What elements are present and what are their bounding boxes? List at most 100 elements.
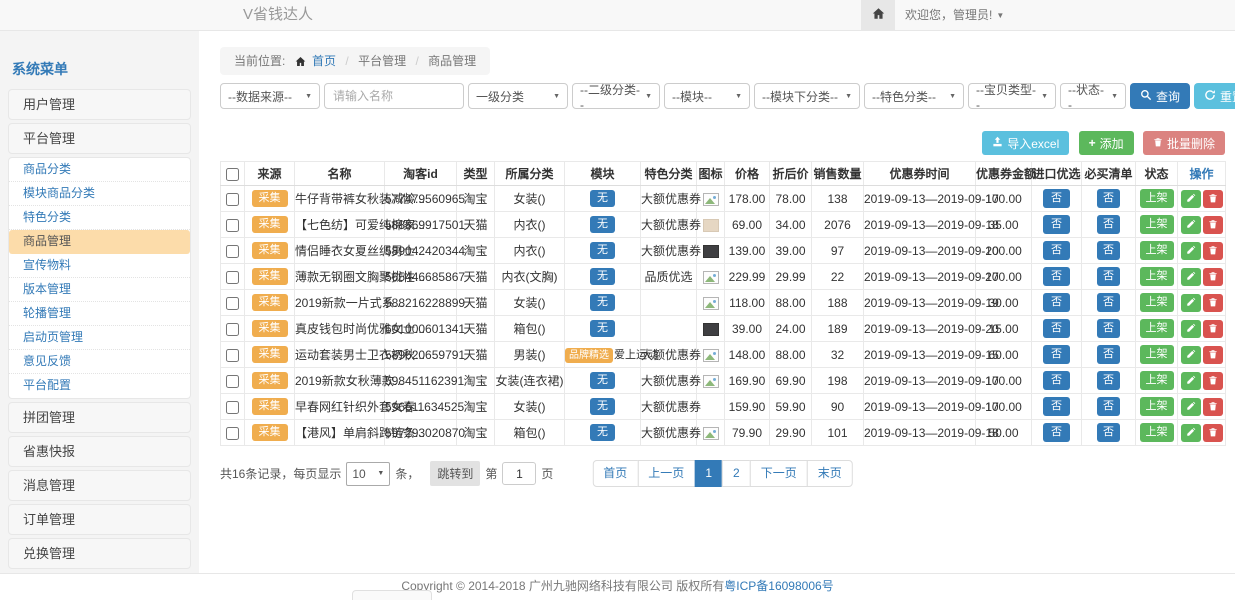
row-checkbox[interactable] [226, 375, 239, 388]
row-checkbox[interactable] [226, 193, 239, 206]
edit-button[interactable] [1181, 216, 1201, 234]
edit-button[interactable] [1181, 424, 1201, 442]
row-checkbox[interactable] [226, 323, 239, 336]
data-source-select[interactable]: --数据来源-- ▼ [220, 83, 320, 109]
sidebar-subitem[interactable]: 意见反馈 [9, 350, 190, 374]
must-buy-toggle[interactable]: 否 [1097, 319, 1120, 337]
nav-home-button[interactable] [861, 0, 895, 30]
delete-button[interactable] [1203, 216, 1223, 234]
icp-link[interactable]: 粤ICP备16098006号 [724, 579, 833, 593]
delete-button[interactable] [1203, 372, 1223, 390]
edit-button[interactable] [1181, 242, 1201, 260]
import-select-toggle[interactable]: 否 [1043, 345, 1070, 363]
import-select-toggle[interactable]: 否 [1043, 319, 1070, 337]
sidebar-subitem[interactable]: 平台配置 [9, 374, 190, 398]
must-buy-toggle[interactable]: 否 [1097, 397, 1120, 415]
name-search-input[interactable] [324, 83, 464, 109]
sidebar-subitem[interactable]: 商品管理 [9, 230, 190, 254]
status-button[interactable]: 上架 [1140, 397, 1174, 415]
import-select-toggle[interactable]: 否 [1043, 397, 1070, 415]
import-select-toggle[interactable]: 否 [1043, 189, 1070, 207]
sidebar-subitem[interactable]: 模块商品分类 [9, 182, 190, 206]
import-select-toggle[interactable]: 否 [1043, 215, 1070, 233]
sidebar-subitem[interactable]: 商品分类 [9, 158, 190, 182]
sidebar-subitem[interactable]: 轮播管理 [9, 302, 190, 326]
status-button[interactable]: 上架 [1140, 189, 1174, 207]
import-select-toggle[interactable]: 否 [1043, 267, 1070, 285]
delete-button[interactable] [1203, 346, 1223, 364]
edit-button[interactable] [1181, 346, 1201, 364]
row-checkbox[interactable] [226, 245, 239, 258]
edit-button[interactable] [1181, 294, 1201, 312]
status-button[interactable]: 上架 [1140, 371, 1174, 389]
edit-button[interactable] [1181, 190, 1201, 208]
sidebar-group-users[interactable]: 用户管理 [8, 89, 191, 120]
page-number-input[interactable] [502, 462, 536, 485]
status-button[interactable]: 上架 [1140, 241, 1174, 259]
page-button[interactable]: 末页 [807, 460, 853, 487]
user-menu[interactable]: 欢迎您，管理员!▼ [905, 0, 1004, 31]
delete-button[interactable] [1203, 398, 1223, 416]
breadcrumb-home-link[interactable]: 首页 [312, 54, 336, 68]
page-button[interactable]: 2 [722, 460, 751, 487]
page-button[interactable]: 首页 [592, 460, 638, 487]
import-select-toggle[interactable]: 否 [1043, 241, 1070, 259]
sidebar-subitem[interactable]: 宣传物料 [9, 254, 190, 278]
jump-button[interactable]: 跳转到 [430, 461, 480, 486]
page-button[interactable]: 1 [694, 460, 723, 487]
page-button[interactable]: 上一页 [637, 460, 695, 487]
import-select-toggle[interactable]: 否 [1043, 423, 1070, 441]
filter-select[interactable]: 一级分类 ▼ [468, 83, 568, 109]
status-button[interactable]: 上架 [1140, 267, 1174, 285]
reset-button[interactable]: 重置 [1194, 83, 1235, 109]
sidebar-group[interactable]: 消息管理 [8, 470, 191, 501]
filter-select[interactable]: --模块-- ▼ [664, 83, 750, 109]
sidebar-group[interactable]: 订单管理 [8, 504, 191, 535]
delete-button[interactable] [1203, 242, 1223, 260]
row-checkbox[interactable] [226, 271, 239, 284]
edit-button[interactable] [1181, 268, 1201, 286]
must-buy-toggle[interactable]: 否 [1097, 293, 1120, 311]
edit-button[interactable] [1181, 398, 1201, 416]
filter-select[interactable]: --特色分类-- ▼ [864, 83, 964, 109]
sidebar-group[interactable]: 兑换管理 [8, 538, 191, 569]
delete-button[interactable] [1203, 424, 1223, 442]
delete-button[interactable] [1203, 294, 1223, 312]
import-select-toggle[interactable]: 否 [1043, 293, 1070, 311]
must-buy-toggle[interactable]: 否 [1097, 267, 1120, 285]
select-all-checkbox[interactable] [226, 168, 239, 181]
delete-button[interactable] [1203, 190, 1223, 208]
filter-select[interactable]: --二级分类-- ▼ [572, 83, 660, 109]
sidebar-subitem[interactable]: 版本管理 [9, 278, 190, 302]
sidebar-group-platform[interactable]: 平台管理 [8, 123, 191, 154]
sidebar-group[interactable]: 拼团管理 [8, 402, 191, 433]
filter-select[interactable]: --宝贝类型-- ▼ [968, 83, 1056, 109]
edit-button[interactable] [1181, 372, 1201, 390]
status-button[interactable]: 上架 [1140, 345, 1174, 363]
sidebar-subitem[interactable]: 启动页管理 [9, 326, 190, 350]
status-button[interactable]: 上架 [1140, 293, 1174, 311]
row-checkbox[interactable] [226, 297, 239, 310]
must-buy-toggle[interactable]: 否 [1097, 215, 1120, 233]
edit-button[interactable] [1181, 320, 1201, 338]
status-button[interactable]: 上架 [1140, 215, 1174, 233]
row-checkbox[interactable] [226, 349, 239, 362]
row-checkbox[interactable] [226, 427, 239, 440]
must-buy-toggle[interactable]: 否 [1097, 371, 1120, 389]
row-checkbox[interactable] [226, 401, 239, 414]
filter-select[interactable]: --状态-- ▼ [1060, 83, 1126, 109]
must-buy-toggle[interactable]: 否 [1097, 189, 1120, 207]
must-buy-toggle[interactable]: 否 [1097, 345, 1120, 363]
status-button[interactable]: 上架 [1140, 423, 1174, 441]
must-buy-toggle[interactable]: 否 [1097, 241, 1120, 259]
add-button[interactable]: + 添加 [1079, 131, 1134, 155]
delete-button[interactable] [1203, 320, 1223, 338]
row-checkbox[interactable] [226, 219, 239, 232]
batch-delete-button[interactable]: 批量删除 [1143, 131, 1225, 155]
search-button[interactable]: 查询 [1130, 83, 1190, 109]
per-page-select[interactable]: 10 ▼ [346, 462, 390, 486]
sidebar-subitem[interactable]: 特色分类 [9, 206, 190, 230]
must-buy-toggle[interactable]: 否 [1097, 423, 1120, 441]
status-button[interactable]: 上架 [1140, 319, 1174, 337]
import-excel-button[interactable]: 导入excel [982, 131, 1069, 155]
